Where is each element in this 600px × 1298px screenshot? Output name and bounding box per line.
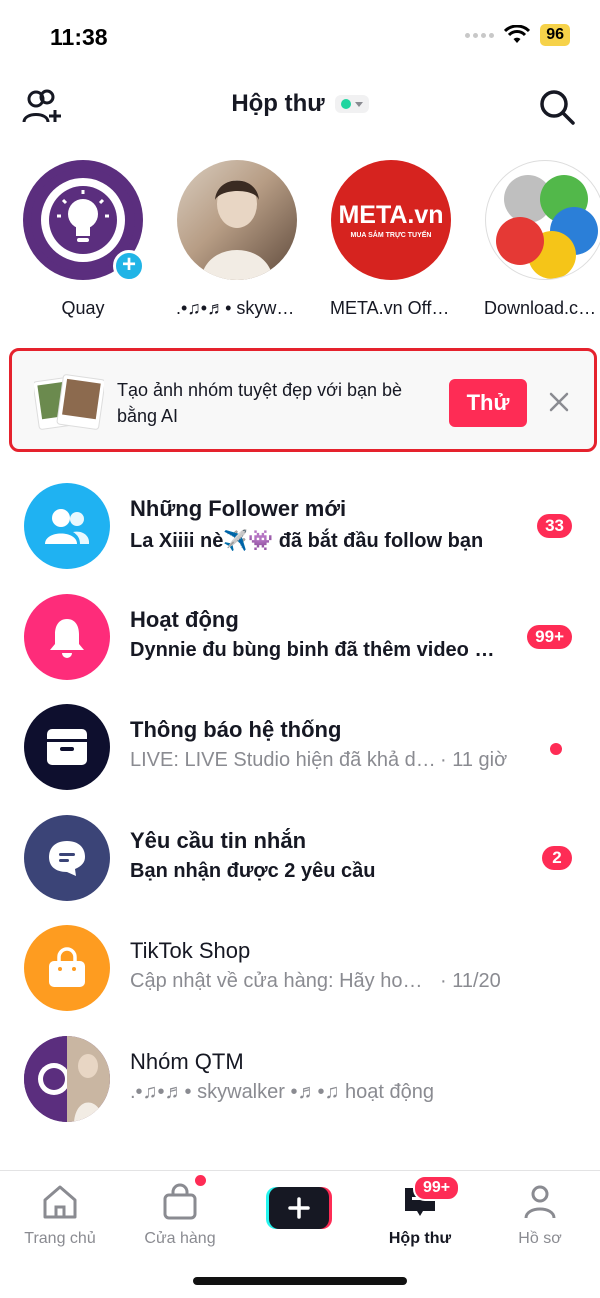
inbox-tray-icon xyxy=(47,729,87,766)
signal-icon xyxy=(465,32,495,38)
story-label: Download.com.vn xyxy=(484,298,600,318)
avatar xyxy=(24,593,110,680)
inbox-item-message-requests[interactable]: Yêu cầu tin nhắn Bạn nhận được 2 yêu cầu… xyxy=(0,802,600,913)
nav-shop[interactable]: Cửa hàng xyxy=(130,1183,230,1248)
profile-icon xyxy=(524,1185,556,1219)
avatar xyxy=(24,814,110,901)
inbox-list: Những Follower mới La Xiiii nè✈️👾 đã bắt… xyxy=(0,470,600,1134)
avatar xyxy=(177,160,297,280)
inbox-item-subtitle: Dynnie đu bùng binh đã thêm video mới xyxy=(130,638,505,661)
inbox-item-subtitle: Bạn nhận được 2 yêu cầu xyxy=(130,859,376,882)
battery-indicator: 96 xyxy=(540,24,570,46)
nav-label: Trang chủ xyxy=(24,1230,96,1247)
bell-icon xyxy=(50,618,84,658)
portrait-photo xyxy=(201,180,273,280)
meta-logo-subtext: MUA SẮM TRỰC TUYẾN xyxy=(350,232,432,239)
meta-logo: META.vn MUA SẮM TRỰC TUYẾN xyxy=(331,160,451,280)
close-icon[interactable] xyxy=(544,387,574,417)
story-label: .•♫•♬• skywalker xyxy=(176,298,302,318)
shopping-bag-icon xyxy=(49,947,85,988)
avatar xyxy=(24,704,110,791)
home-icon xyxy=(43,1185,77,1219)
nav-label: Cửa hàng xyxy=(144,1230,216,1247)
inbox-item-name: Nhóm QTM xyxy=(130,1048,244,1074)
story-create[interactable]: + Quay xyxy=(18,160,148,319)
story-skywalker[interactable]: .•♫•♬• skywalker xyxy=(172,160,302,319)
add-story-icon: + xyxy=(113,250,145,282)
inbox-item-activity[interactable]: Hoạt động Dynnie đu bùng binh đã thêm vi… xyxy=(0,581,600,692)
story-label: META.vn Official xyxy=(330,298,456,318)
unread-dot xyxy=(550,743,562,756)
story-label: Quay xyxy=(61,298,105,318)
chevron-down-icon xyxy=(354,101,363,107)
inbox-item-name: Hoạt động xyxy=(130,606,239,632)
chat-bubble-icon xyxy=(49,840,85,876)
inbox-item-name: Những Follower mới xyxy=(130,496,347,521)
inbox-item-subtitle: La Xiiii nè✈️👾 đã bắt đầu follow bạn xyxy=(130,530,484,552)
page-title: Hộp thư xyxy=(231,90,325,117)
stories-row: + Quay .•♫•♬• skywalker META.vn MUA SẮM … xyxy=(0,160,600,330)
people-icon xyxy=(45,509,90,544)
unread-badge: 33 xyxy=(537,514,572,538)
inbox-item-subtitle: Cập nhật về cửa hàng: Hãy hoàn tất xyxy=(130,970,430,993)
inbox-item-time: · 11/20 xyxy=(440,970,501,993)
banner-text: Tạo ảnh nhóm tuyệt đẹp với bạn bè bằng A… xyxy=(117,380,402,426)
shop-bag-icon xyxy=(163,1183,197,1220)
group-avatar-icon xyxy=(24,1035,110,1122)
inbox-item-system-notifications[interactable]: Thông báo hệ thống LIVE: LIVE Studio hiệ… xyxy=(0,691,600,802)
inbox-item-subtitle: LIVE: LIVE Studio hiện đã khả dụng xyxy=(130,749,440,772)
unread-badge: 2 xyxy=(542,845,572,870)
group-photo-thumbnail xyxy=(34,374,104,430)
inbox-header: Hộp thư xyxy=(0,76,600,140)
wifi-icon xyxy=(504,25,531,43)
online-status-toggle[interactable] xyxy=(334,95,369,113)
story-meta[interactable]: META.vn MUA SẮM TRỰC TUYẾN META.vn Offic… xyxy=(326,160,456,319)
inbox-item-name: Yêu cầu tin nhắn xyxy=(130,827,307,853)
download-logo xyxy=(485,160,600,280)
story-download[interactable]: Download.com.vn xyxy=(480,160,600,319)
inbox-item-group-qtm[interactable]: Nhóm QTM .•♫•♬• skywalker •♬•♫ hoạt động xyxy=(0,1023,600,1134)
nav-home[interactable]: Trang chủ xyxy=(10,1183,110,1248)
home-indicator xyxy=(193,1277,407,1285)
inbox-item-tiktok-shop[interactable]: TikTok Shop Cập nhật về cửa hàng: Hãy ho… xyxy=(0,912,600,1023)
shop-notification-dot xyxy=(195,1175,206,1186)
try-button[interactable]: Thử xyxy=(449,379,527,427)
search-icon[interactable] xyxy=(538,88,576,126)
bottom-nav: Trang chủ Cửa hàng Hộp thư 99+ Hồ sơ xyxy=(0,1170,600,1298)
inbox-item-new-followers[interactable]: Những Follower mới La Xiiii nè✈️👾 đã bắt… xyxy=(0,470,600,581)
meta-logo-text: META.vn xyxy=(338,201,444,229)
nav-label: Hộp thư xyxy=(388,1230,452,1247)
status-bar: 11:38 96 xyxy=(0,0,600,76)
create-post-button[interactable] xyxy=(266,1187,332,1229)
online-dot xyxy=(340,99,351,109)
avatar xyxy=(24,1035,110,1122)
avatar xyxy=(24,925,110,1012)
inbox-item-name: TikTok Shop xyxy=(130,938,251,964)
ai-group-photo-banner: Tạo ảnh nhóm tuyệt đẹp với bạn bè bằng A… xyxy=(9,348,597,452)
inbox-item-subtitle: .•♫•♬• skywalker •♬•♫ hoạt động xyxy=(130,1080,435,1103)
status-indicators: 96 xyxy=(465,24,570,46)
nav-label: Hồ sơ xyxy=(518,1230,562,1247)
inbox-item-time: · 11 giờ xyxy=(440,749,508,772)
nav-profile[interactable]: Hồ sơ xyxy=(490,1183,590,1248)
avatar xyxy=(24,483,110,569)
inbox-item-name: Thông báo hệ thống xyxy=(130,717,342,743)
inbox-badge: 99+ xyxy=(413,1175,461,1201)
unread-badge: 99+ xyxy=(527,624,572,649)
avatar: + xyxy=(23,160,145,282)
status-time: 11:38 xyxy=(50,24,108,50)
colorful-logo-icon xyxy=(496,175,598,279)
